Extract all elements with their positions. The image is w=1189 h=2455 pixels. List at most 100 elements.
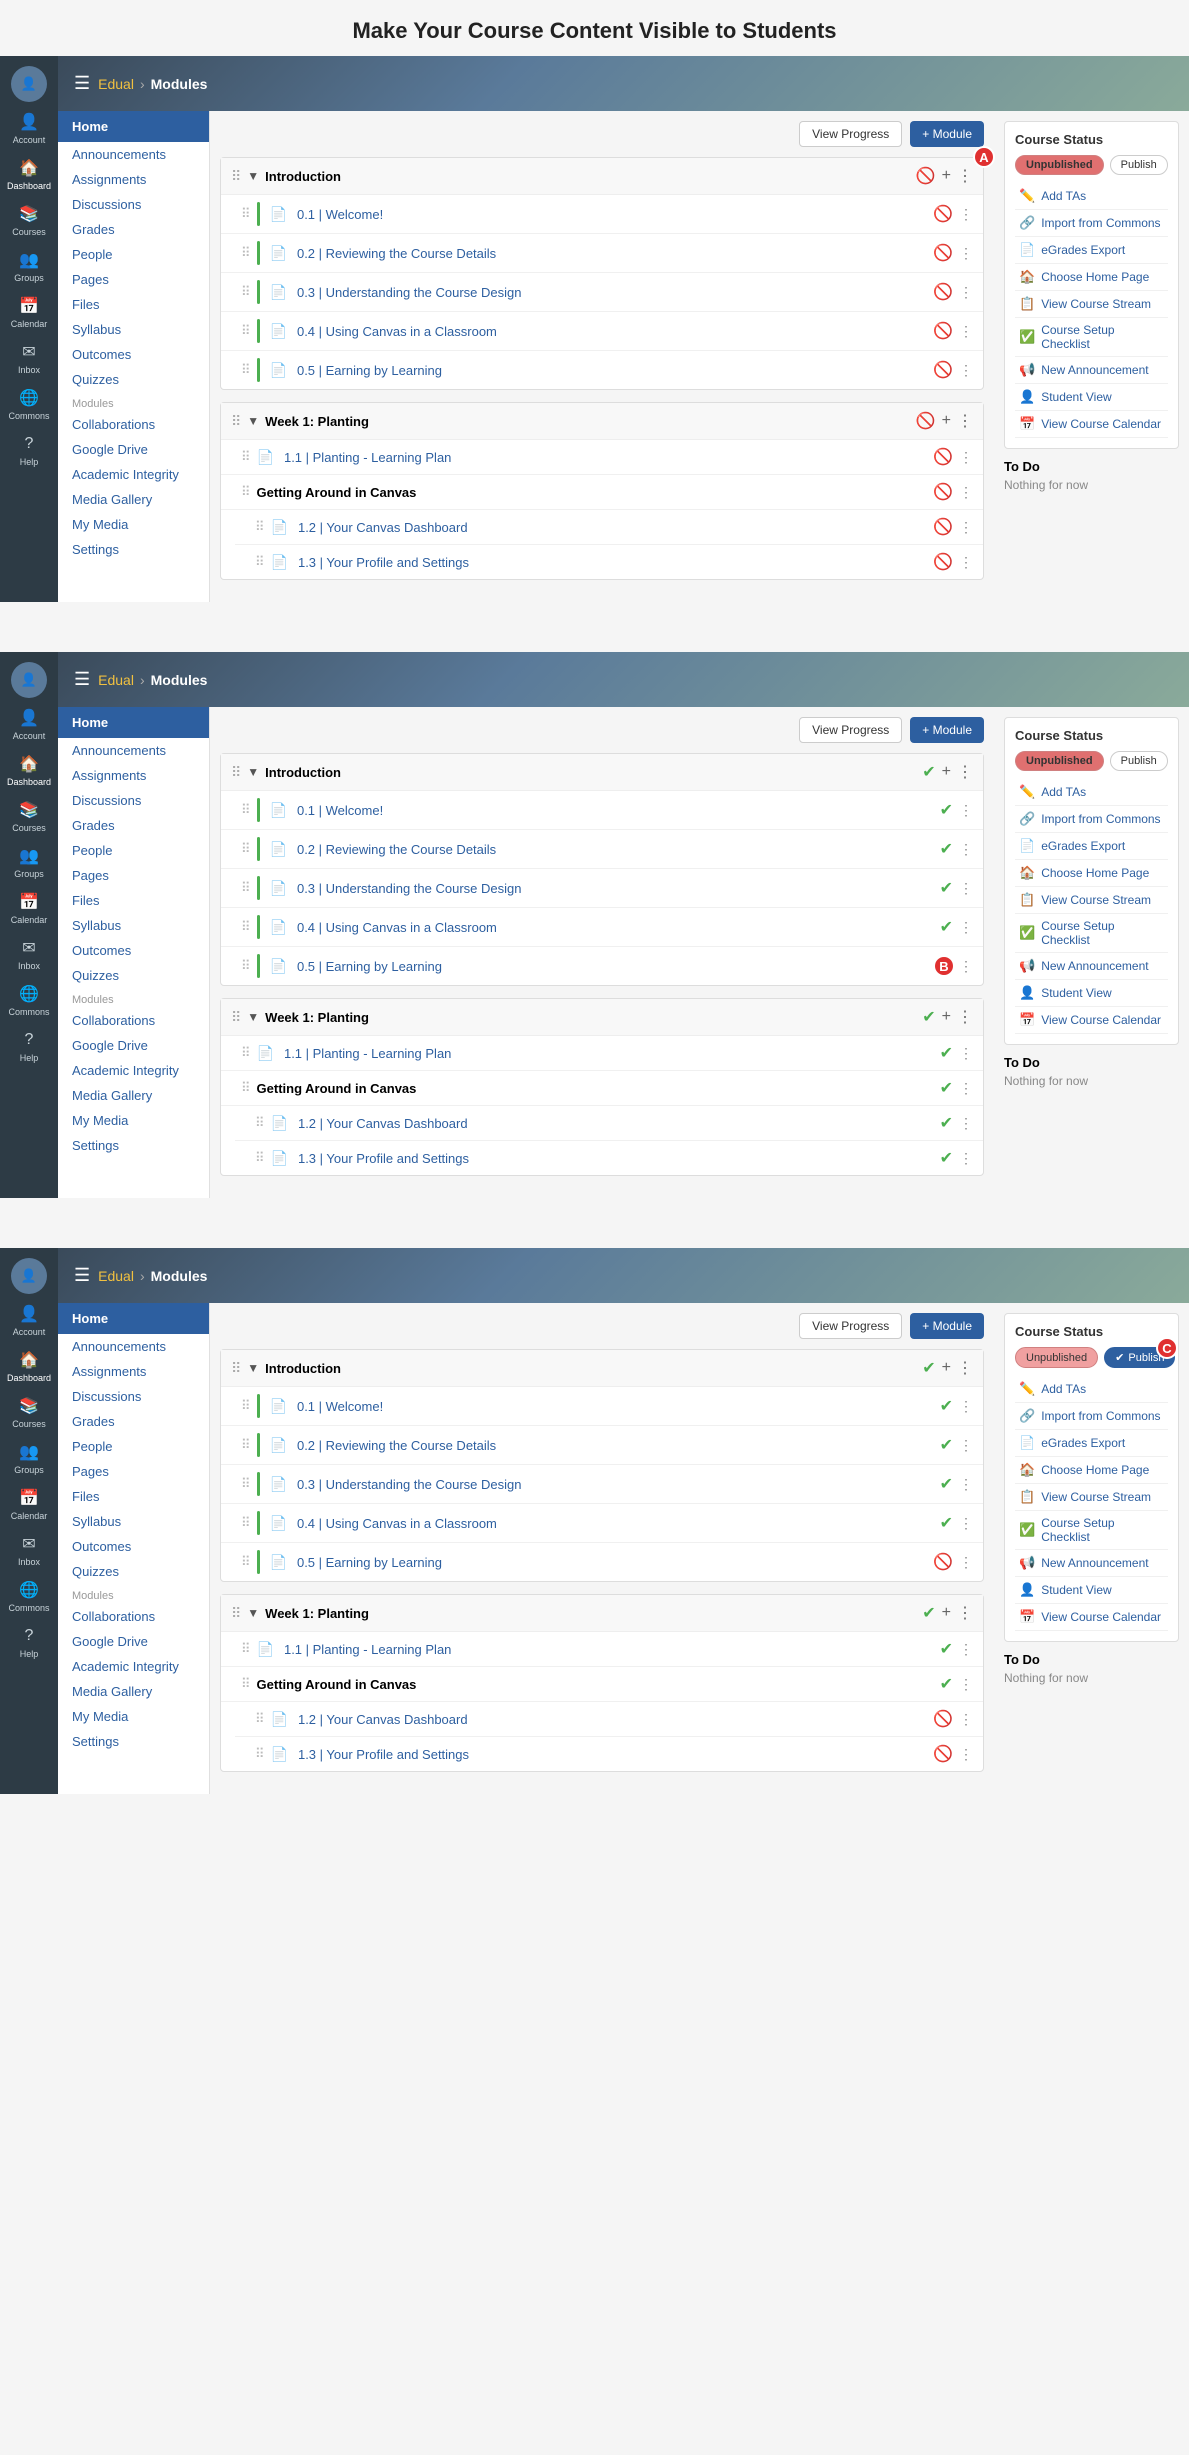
breadcrumb-link[interactable]: Edual [98, 1268, 134, 1284]
unpublished-icon[interactable]: 🚫 [933, 321, 953, 341]
action-item-student-view[interactable]: 👤Student View [1015, 384, 1168, 411]
module-status-icon[interactable]: ✔ [922, 1358, 935, 1378]
nav-item-grades[interactable]: Grades [58, 217, 209, 242]
breadcrumb-link[interactable]: Edual [98, 76, 134, 92]
sidebar-item-groups[interactable]: 👥Groups [0, 1436, 58, 1480]
item-title[interactable]: 0.3 | Understanding the Course Design [297, 285, 927, 300]
unpublished-icon[interactable]: 🚫 [933, 552, 953, 572]
sidebar-item-inbox[interactable]: ✉Inbox [0, 336, 58, 380]
unpublished-icon[interactable]: 🚫 [933, 517, 953, 537]
nav-item-assignments[interactable]: Assignments [58, 167, 209, 192]
add-module-button[interactable]: + Module [910, 121, 984, 147]
avatar[interactable]: 👤 [11, 1258, 47, 1294]
nav-home[interactable]: Home [58, 1303, 209, 1334]
published-icon[interactable]: ✔ [940, 1396, 953, 1416]
action-item-view-course-stream[interactable]: 📋View Course Stream [1015, 291, 1168, 318]
module-menu-button[interactable]: ⋮ [957, 1007, 973, 1027]
nav-item-files[interactable]: Files [58, 1484, 209, 1509]
published-icon[interactable]: ✔ [940, 878, 953, 898]
action-item-add-tas[interactable]: ✏️Add TAs [1015, 1376, 1168, 1403]
nav-item-discussions[interactable]: Discussions [58, 1384, 209, 1409]
unpublished-icon[interactable]: 🚫 [933, 282, 953, 302]
nav-item-announcements[interactable]: Announcements [58, 142, 209, 167]
module-status-icon[interactable]: ✔ [922, 1007, 935, 1027]
sidebar-item-commons[interactable]: 🌐Commons [0, 1574, 58, 1618]
nav-item-outcomes[interactable]: Outcomes [58, 938, 209, 963]
item-title[interactable]: 1.1 | Planting - Learning Plan [284, 1642, 934, 1657]
unpublished-button[interactable]: Unpublished [1015, 751, 1104, 771]
action-item-new-announcement[interactable]: 📢New Announcement [1015, 357, 1168, 384]
item-menu-button[interactable]: ⋮ [959, 1150, 973, 1167]
nav-item-academic-integrity[interactable]: Academic Integrity [58, 462, 209, 487]
published-icon[interactable]: ✔ [940, 1043, 953, 1063]
nav-item-syllabus[interactable]: Syllabus [58, 1509, 209, 1534]
unpublished-icon[interactable]: 🚫 [933, 482, 953, 502]
toggle-icon[interactable]: ▼ [247, 414, 259, 428]
module-add-item-button[interactable]: + [942, 1359, 951, 1377]
item-title[interactable]: 0.1 | Welcome! [297, 207, 927, 222]
item-menu-button[interactable]: ⋮ [959, 1641, 973, 1658]
sidebar-item-account[interactable]: 👤Account [0, 1298, 58, 1342]
module-menu-button[interactable]: ⋮ [957, 1603, 973, 1623]
item-title[interactable]: 0.1 | Welcome! [297, 1399, 934, 1414]
item-menu-button[interactable]: ⋮ [959, 1515, 973, 1532]
sidebar-item-calendar[interactable]: 📅Calendar [0, 290, 58, 334]
nav-item-pages[interactable]: Pages [58, 863, 209, 888]
action-item-student-view[interactable]: 👤Student View [1015, 980, 1168, 1007]
item-menu-button[interactable]: ⋮ [959, 206, 973, 223]
nav-item-my-media[interactable]: My Media [58, 1108, 209, 1133]
module-add-item-button[interactable]: + [942, 412, 951, 430]
action-item-import-from-commons[interactable]: 🔗Import from Commons [1015, 210, 1168, 237]
action-item-view-course-calendar[interactable]: 📅View Course Calendar [1015, 1604, 1168, 1631]
view-progress-button[interactable]: View Progress [799, 717, 902, 743]
item-title[interactable]: 1.2 | Your Canvas Dashboard [298, 520, 927, 535]
item-title[interactable]: 0.3 | Understanding the Course Design [297, 881, 934, 896]
sidebar-item-courses[interactable]: 📚Courses [0, 794, 58, 838]
nav-item-settings[interactable]: Settings [58, 1133, 209, 1158]
toggle-icon[interactable]: ▼ [247, 1010, 259, 1024]
nav-item-collaborations[interactable]: Collaborations [58, 1008, 209, 1033]
nav-item-discussions[interactable]: Discussions [58, 192, 209, 217]
published-icon[interactable]: ✔ [940, 1078, 953, 1098]
item-title[interactable]: 1.3 | Your Profile and Settings [298, 1747, 927, 1762]
nav-item-assignments[interactable]: Assignments [58, 763, 209, 788]
action-item-student-view[interactable]: 👤Student View [1015, 1577, 1168, 1604]
published-icon[interactable]: ✔ [940, 1113, 953, 1133]
item-title[interactable]: 0.4 | Using Canvas in a Classroom [297, 920, 934, 935]
item-menu-button[interactable]: ⋮ [959, 245, 973, 262]
item-menu-button[interactable]: ⋮ [959, 880, 973, 897]
published-icon[interactable]: ✔ [940, 1674, 953, 1694]
module-menu-button[interactable]: ⋮ [957, 411, 973, 431]
item-menu-button[interactable]: ⋮ [959, 1676, 973, 1693]
toggle-icon[interactable]: ▼ [247, 1606, 259, 1620]
sidebar-item-help[interactable]: ?Help [0, 1620, 58, 1664]
action-item-view-course-stream[interactable]: 📋View Course Stream [1015, 1484, 1168, 1511]
unpublished-icon[interactable]: 🚫 [933, 447, 953, 467]
item-menu-button[interactable]: ⋮ [959, 919, 973, 936]
item-menu-button[interactable]: ⋮ [959, 554, 973, 571]
item-title[interactable]: 0.4 | Using Canvas in a Classroom [297, 1516, 934, 1531]
action-item-egrades-export[interactable]: 📄eGrades Export [1015, 833, 1168, 860]
toggle-icon[interactable]: ▼ [247, 169, 259, 183]
nav-item-grades[interactable]: Grades [58, 1409, 209, 1434]
action-item-egrades-export[interactable]: 📄eGrades Export [1015, 237, 1168, 264]
item-title[interactable]: 0.2 | Reviewing the Course Details [297, 246, 927, 261]
item-menu-button[interactable]: ⋮ [959, 1554, 973, 1571]
published-icon[interactable]: ✔ [940, 1639, 953, 1659]
nav-item-announcements[interactable]: Announcements [58, 738, 209, 763]
module-status-icon[interactable]: 🚫 [916, 166, 936, 186]
sidebar-item-account[interactable]: 👤Account [0, 702, 58, 746]
hamburger-icon[interactable]: ☰ [74, 669, 90, 690]
item-menu-button[interactable]: ⋮ [959, 449, 973, 466]
nav-item-grades[interactable]: Grades [58, 813, 209, 838]
sidebar-item-commons[interactable]: 🌐Commons [0, 382, 58, 426]
nav-item-syllabus[interactable]: Syllabus [58, 913, 209, 938]
item-title[interactable]: 1.2 | Your Canvas Dashboard [298, 1116, 934, 1131]
sidebar-item-dashboard[interactable]: 🏠Dashboard [0, 152, 58, 196]
item-menu-button[interactable]: ⋮ [959, 1476, 973, 1493]
module-add-item-button[interactable]: + [942, 763, 951, 781]
item-menu-button[interactable]: ⋮ [959, 841, 973, 858]
nav-item-quizzes[interactable]: Quizzes [58, 367, 209, 392]
sidebar-item-commons[interactable]: 🌐Commons [0, 978, 58, 1022]
nav-item-pages[interactable]: Pages [58, 1459, 209, 1484]
